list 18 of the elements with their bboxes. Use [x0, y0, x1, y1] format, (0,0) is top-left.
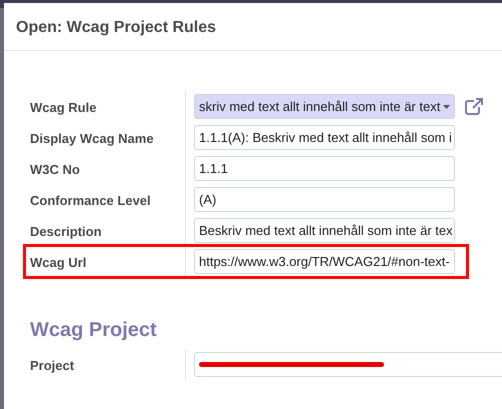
section-heading: Wcag Project [30, 318, 158, 343]
input-field[interactable]: Beskriv med text allt innehåll som inte är tex [194, 218, 455, 243]
field-label: Wcag Rule [30, 91, 186, 122]
field-label: Conformance Level [30, 184, 186, 215]
field-label: Project [30, 349, 186, 380]
input-field[interactable]: (A) [194, 187, 455, 212]
field-label: Description [30, 215, 186, 246]
dialog-title: Open: Wcag Project Rules [16, 18, 218, 38]
select-field[interactable]: skriv med text allt innehåll som inte är text [194, 94, 455, 119]
field-label: Wcag Url [30, 246, 186, 277]
field-label: W3C No [30, 153, 186, 184]
input-field[interactable]: 1.1.1 [194, 156, 455, 181]
input-field[interactable]: 1.1.1(A): Beskriv med text allt innehåll som i [194, 125, 455, 150]
input-field[interactable] [194, 352, 502, 377]
input-field[interactable]: https://www.w3.org/TR/WCAG21/#non-text- [194, 249, 455, 274]
field-label: Display Wcag Name [30, 122, 186, 153]
external-link-icon[interactable] [465, 98, 483, 115]
caret-icon [443, 104, 450, 108]
